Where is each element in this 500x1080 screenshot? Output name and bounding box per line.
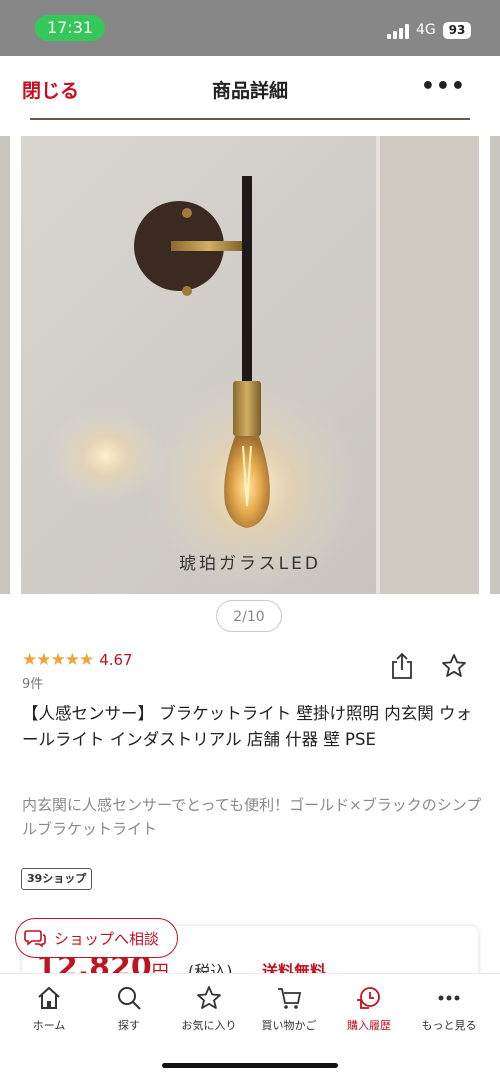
star-icon <box>197 986 221 1009</box>
thumbnail-strip <box>30 118 470 120</box>
prev-image-peek[interactable] <box>0 136 10 594</box>
home-indicator <box>162 1063 338 1068</box>
product-description: 内玄関に人感センサーでとっても便利！ゴールド×ブラックのシンプルブラケットライト <box>22 796 482 838</box>
product-title: 【人感センサー】 ブラケットライト 壁掛け照明 内玄関 ウォールライト インダス… <box>22 704 472 749</box>
signal-icon <box>387 24 411 39</box>
battery-icon: 93 <box>443 22 471 39</box>
lamp-photo <box>21 136 479 594</box>
consult-label: ショップへ相談 <box>54 929 160 948</box>
history-icon <box>357 987 380 1009</box>
tab-cart-label: 買い物かご <box>261 1019 317 1032</box>
consult-shop-button[interactable]: ショップへ相談 <box>15 918 178 958</box>
shop-tag-badge: 39ショップ <box>21 868 93 890</box>
tab-search-label: 探す <box>118 1019 140 1032</box>
status-time: 17:31 <box>35 15 105 41</box>
rating-stars: ★★★★★ <box>22 650 94 670</box>
tab-purchase-history-label: 購入履歴 <box>347 1019 391 1032</box>
home-icon <box>38 986 60 1009</box>
tab-more[interactable]: もっと見る <box>409 984 489 1033</box>
status-bar: 17:31 4G 93 <box>0 0 500 56</box>
product-detail-sheet: 閉じる 商品詳細 ••• 琥珀ガラスLED 2/10 ★★★★★ 4.67 9件… <box>0 56 500 1080</box>
tab-home[interactable]: ホーム <box>9 984 89 1033</box>
tab-home-label: ホーム <box>32 1019 66 1032</box>
product-image[interactable]: 琥珀ガラスLED <box>21 136 479 594</box>
share-icon[interactable] <box>390 652 414 680</box>
tab-cart[interactable]: 買い物かご <box>249 984 329 1033</box>
rating-value: 4.67 <box>99 651 133 669</box>
review-count[interactable]: 9件 <box>22 673 43 692</box>
tab-purchase-history[interactable]: 購入履歴 <box>329 984 409 1033</box>
search-icon <box>118 987 141 1010</box>
chat-icon <box>24 930 46 948</box>
tab-search[interactable]: 探す <box>89 984 169 1033</box>
favorite-star-icon[interactable] <box>441 653 467 679</box>
tab-favorites-label: お気に入り <box>181 1019 237 1032</box>
tab-more-label: もっと見る <box>421 1019 477 1032</box>
image-page-indicator: 2/10 <box>216 600 282 632</box>
next-image-peek[interactable] <box>490 136 500 594</box>
cart-icon <box>278 988 302 1009</box>
more-options-button[interactable]: ••• <box>421 74 466 99</box>
tab-favorites[interactable]: お気に入り <box>169 984 249 1033</box>
rating[interactable]: ★★★★★ 4.67 <box>22 650 133 670</box>
network-type: 4G <box>416 22 436 38</box>
top-nav: 閉じる 商品詳細 ••• <box>0 56 500 118</box>
image-caption: 琥珀ガラスLED <box>179 554 321 574</box>
more-icon <box>438 995 460 1001</box>
